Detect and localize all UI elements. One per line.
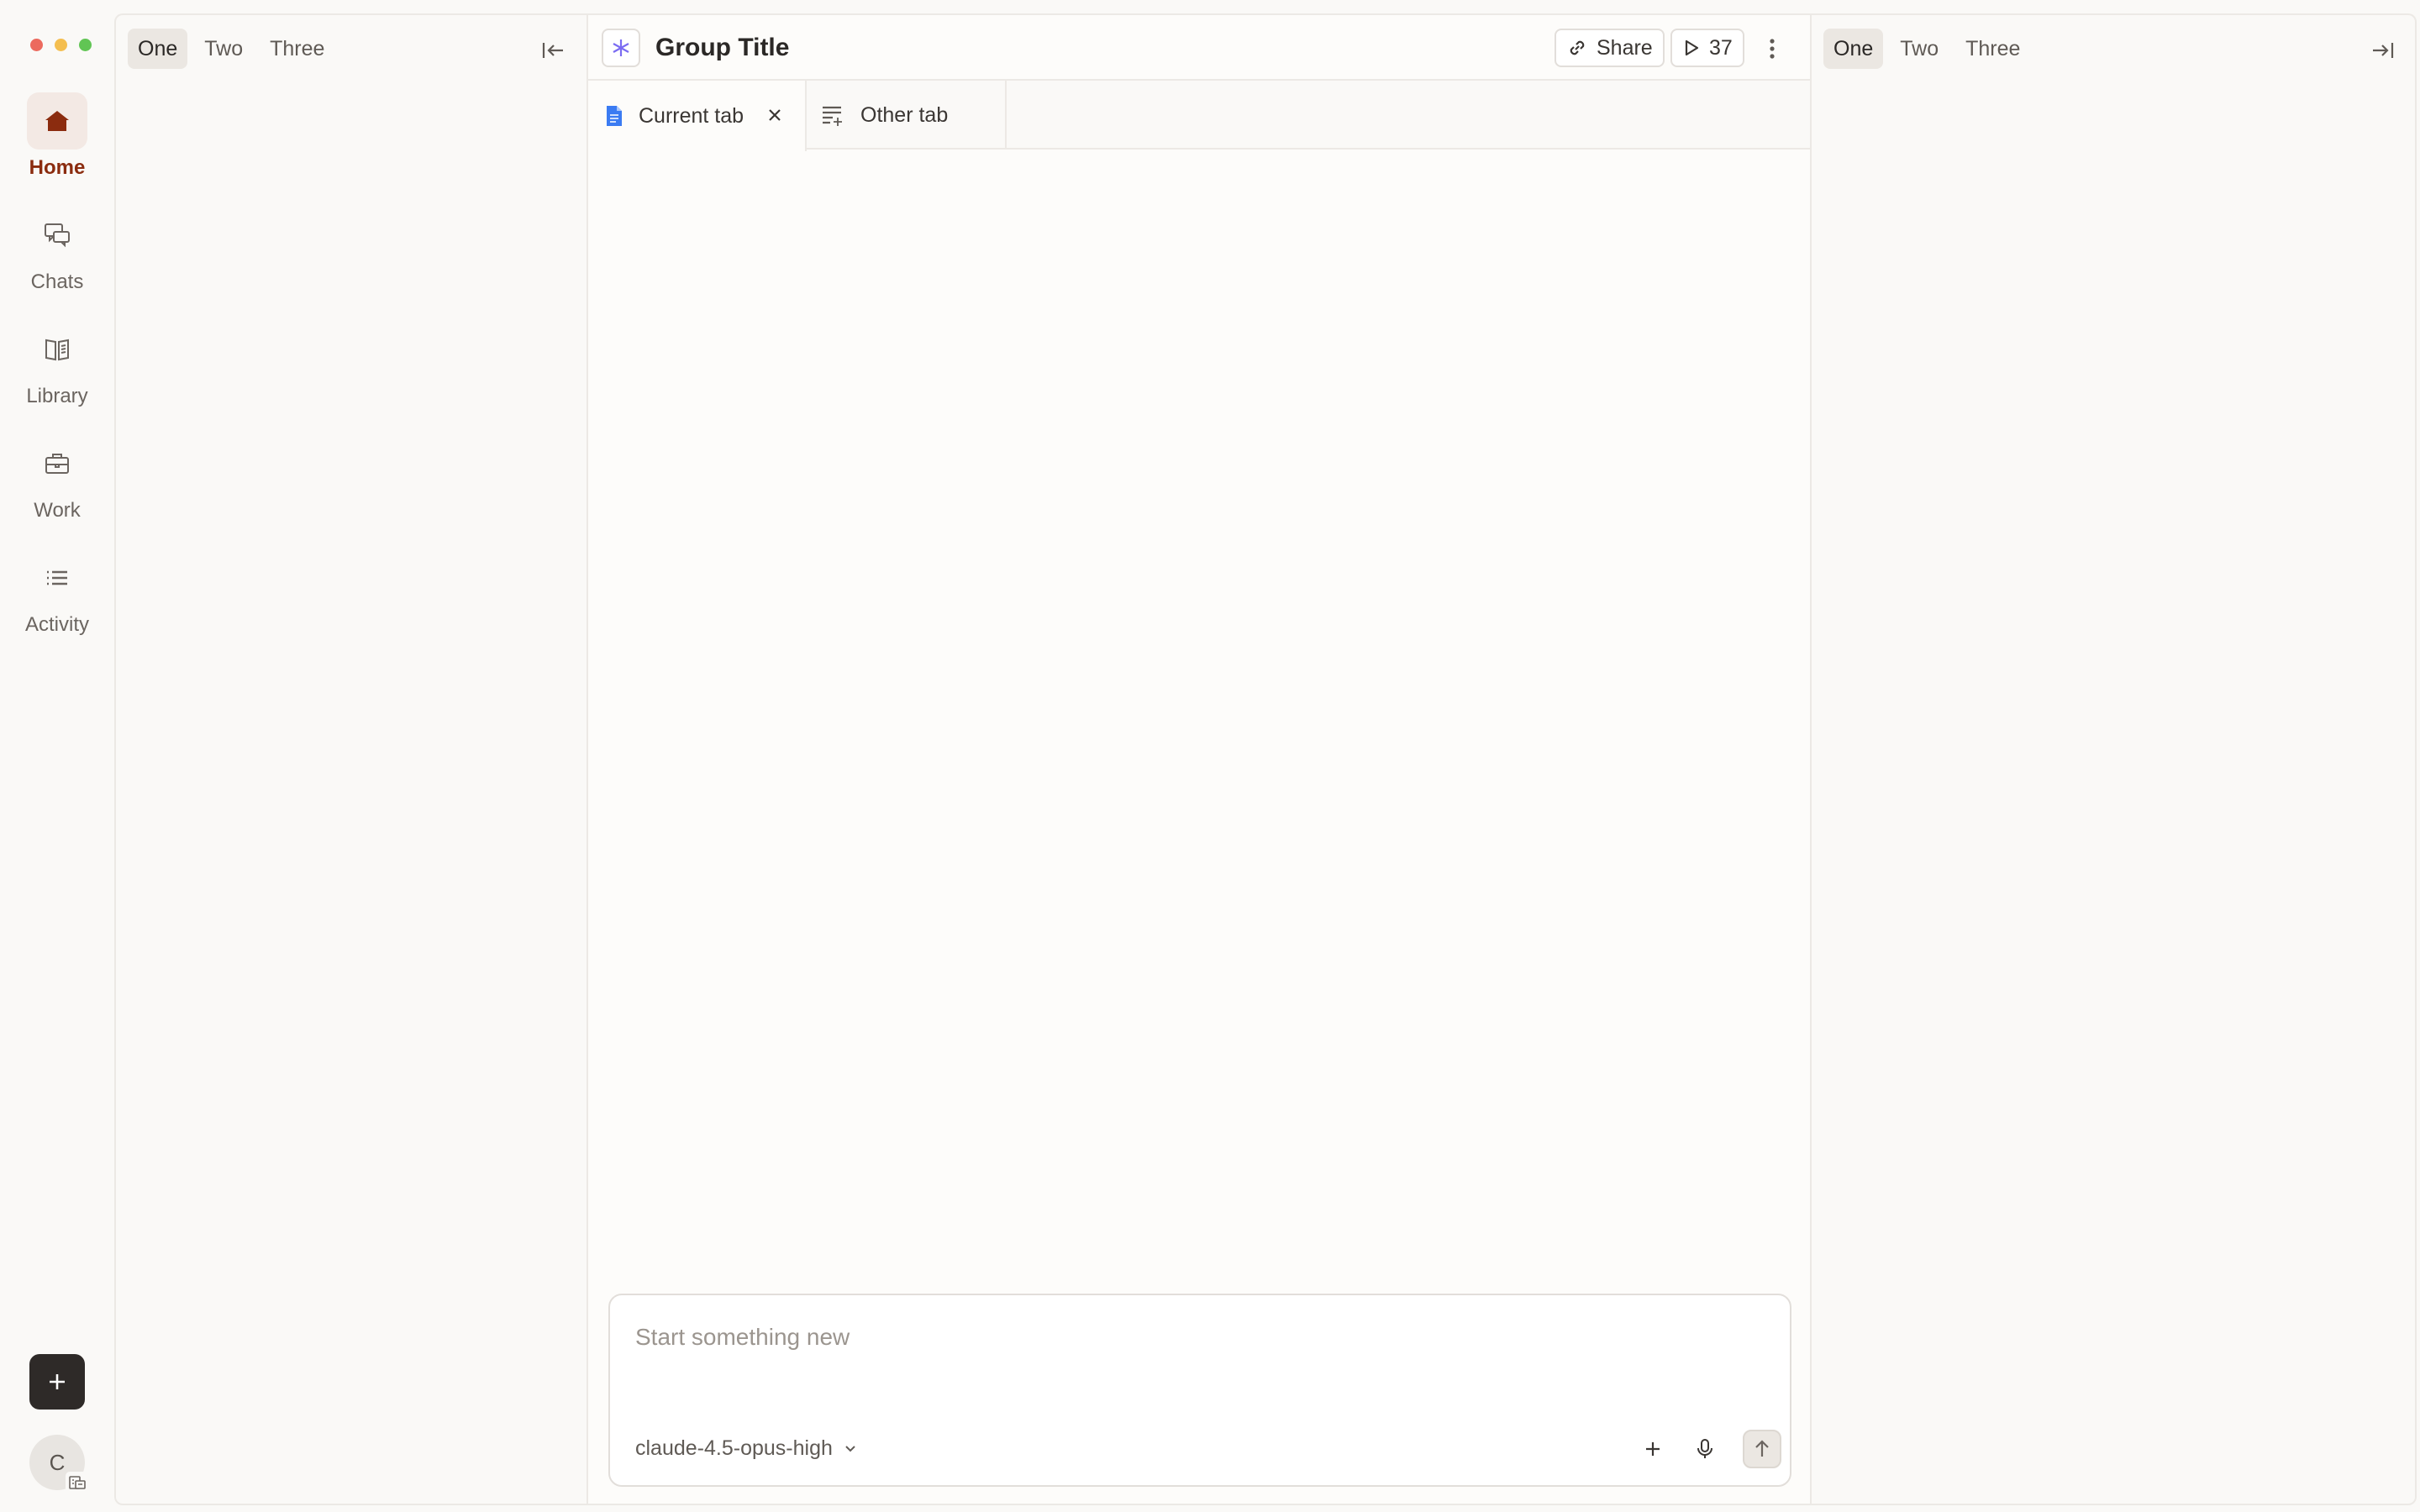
tab-other[interactable]: Other tab <box>807 81 1007 150</box>
chevron-down-icon <box>845 1445 855 1452</box>
model-name: claude-4.5-opus-high <box>635 1436 833 1460</box>
share-button[interactable]: Share <box>1555 29 1665 67</box>
collapse-right-panel-button[interactable] <box>2366 34 2400 67</box>
new-item-button[interactable] <box>29 1354 85 1410</box>
home-icon <box>27 92 87 150</box>
chats-icon <box>27 207 87 264</box>
collapse-right-icon <box>2373 43 2394 58</box>
asterisk-icon <box>613 39 629 56</box>
right-tab-one[interactable]: One <box>1823 29 1884 69</box>
nav-chats[interactable]: Chats <box>0 207 114 316</box>
microphone-icon <box>1697 1439 1712 1458</box>
voice-input-button[interactable] <box>1686 1430 1724 1468</box>
collapse-left-icon <box>542 43 563 58</box>
link-icon <box>1570 40 1585 55</box>
left-tab-three[interactable]: Three <box>260 29 334 69</box>
tab-current-label: Current tab <box>639 103 744 128</box>
close-icon <box>769 109 781 121</box>
document-icon <box>605 104 623 128</box>
library-icon <box>27 321 87 378</box>
send-button[interactable] <box>1743 1430 1781 1468</box>
left-tab-one[interactable]: One <box>128 29 188 69</box>
right-tab-three[interactable]: Three <box>1955 29 2030 69</box>
nav-activity[interactable]: Activity <box>0 549 114 659</box>
plus-icon <box>1646 1442 1660 1456</box>
close-window-button[interactable] <box>30 39 43 51</box>
center-panel: Group Title Share 37 Current tab Other t… <box>587 13 1812 1505</box>
prompt-input[interactable] <box>635 1320 1761 1354</box>
briefcase-icon <box>27 435 87 492</box>
attach-button[interactable] <box>1634 1430 1672 1468</box>
play-icon <box>1685 39 1699 56</box>
nav-home[interactable]: Home <box>0 92 114 202</box>
group-title: Group Title <box>655 34 790 61</box>
workspace-badge-icon <box>66 1472 89 1494</box>
avatar-initial: C <box>49 1449 66 1475</box>
left-panel-tabs: One Two Three <box>128 29 334 69</box>
close-tab-button[interactable] <box>765 105 785 125</box>
right-tab-two[interactable]: Two <box>1890 29 1949 69</box>
tab-other-label: Other tab <box>860 102 949 127</box>
nav-activity-label: Activity <box>24 613 89 636</box>
nav-chats-label: Chats <box>30 270 84 293</box>
composer: claude-4.5-opus-high <box>608 1294 1791 1487</box>
more-options-button[interactable] <box>1756 32 1788 66</box>
right-panel-tabs: One Two Three <box>1823 29 2030 69</box>
model-selector[interactable]: claude-4.5-opus-high <box>635 1436 858 1461</box>
left-panel: One Two Three <box>114 13 587 1505</box>
nav-library-label: Library <box>26 385 88 407</box>
tab-current[interactable]: Current tab <box>588 81 807 151</box>
maximize-window-button[interactable] <box>79 39 92 51</box>
left-rail: Home Chats Library Work Activity C <box>0 0 114 1512</box>
center-header: Group Title Share 37 <box>588 15 1810 81</box>
share-label: Share <box>1597 35 1653 60</box>
list-icon <box>27 549 87 606</box>
more-vertical-icon <box>1770 39 1775 59</box>
left-tab-two[interactable]: Two <box>194 29 253 69</box>
group-icon[interactable] <box>602 29 640 67</box>
nav-library[interactable]: Library <box>0 321 114 430</box>
minimize-window-button[interactable] <box>55 39 67 51</box>
notes-icon <box>820 103 845 127</box>
document-tab-bar: Current tab Other tab <box>588 81 1810 151</box>
right-panel: One Two Three <box>1812 13 2417 1505</box>
nav-work-label: Work <box>34 499 81 522</box>
window-controls <box>30 39 92 51</box>
nav-work[interactable]: Work <box>0 435 114 544</box>
run-button[interactable]: 37 <box>1670 29 1744 67</box>
app-window: Home Chats Library Work Activity C One T… <box>0 0 2420 1512</box>
arrow-up-icon <box>1755 1440 1769 1457</box>
run-count: 37 <box>1709 35 1733 60</box>
collapse-left-panel-button[interactable] <box>536 34 570 67</box>
plus-icon <box>50 1374 65 1389</box>
nav-home-label: Home <box>29 156 86 179</box>
